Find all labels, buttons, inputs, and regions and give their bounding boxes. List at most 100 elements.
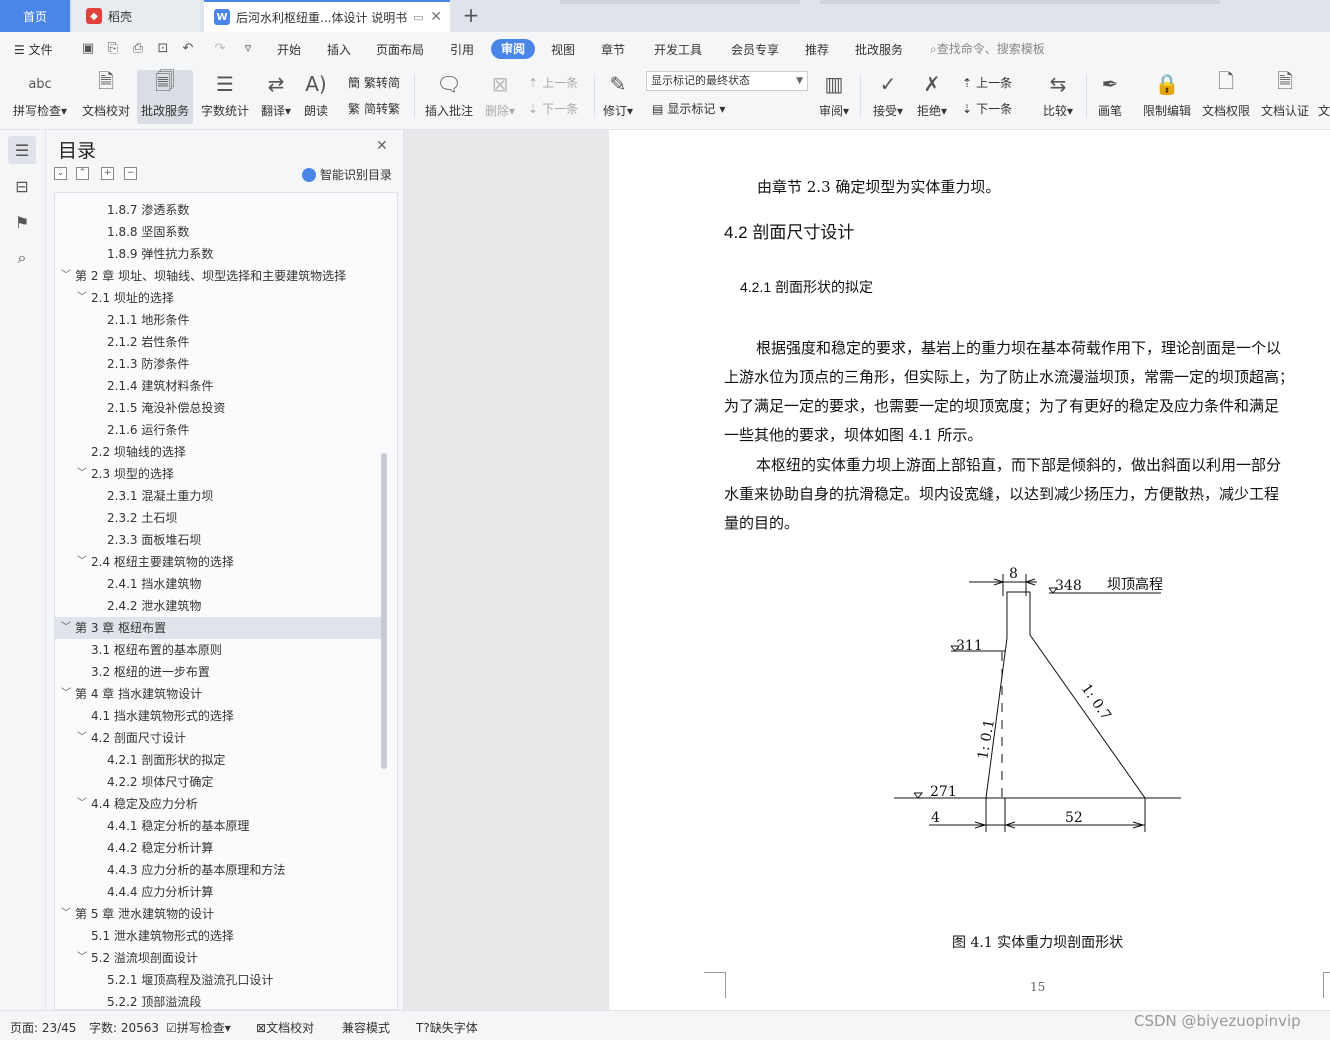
toc-item[interactable]: 4.4.2 稳定分析计算 <box>55 837 381 859</box>
missing-font-button[interactable]: T?缺失字体 <box>416 1019 478 1036</box>
toc-item[interactable]: 5.1 泄水建筑物形式的选择 <box>55 925 381 947</box>
toc-item[interactable]: ﹀ 5.2 溢流坝剖面设计 <box>55 947 381 969</box>
toc-item[interactable]: 1.8.9 弹性抗力系数 <box>55 243 381 265</box>
menu-item-view[interactable]: 视图 <box>551 40 575 60</box>
spell-check-button[interactable]: abc 拼写检查▾ <box>10 70 70 124</box>
restrict-edit-button[interactable]: 🔒 限制编辑 <box>1140 70 1194 124</box>
tab-close-icon[interactable]: ✕ <box>430 9 442 25</box>
menu-item-devtools[interactable]: 开发工具 <box>654 40 702 60</box>
bookmark-icon[interactable]: ⚑ <box>8 208 36 236</box>
menu-item-chapter[interactable]: 章节 <box>601 40 625 60</box>
chevron-down-icon[interactable]: ﹀ <box>61 903 71 925</box>
chevron-down-icon[interactable]: ﹀ <box>61 265 71 287</box>
find-icon[interactable]: ⌕ <box>8 244 36 272</box>
review-pane-button[interactable]: ▥ 审阅▾ <box>816 70 852 124</box>
simp-to-trad-button[interactable]: 繁简转繁 <box>348 100 400 117</box>
chevron-down-icon[interactable]: ﹀ <box>61 683 71 705</box>
toc-item[interactable]: 2.1.4 建筑材料条件 <box>55 375 381 397</box>
markup-state-select[interactable]: 显示标记的最终状态 ▼ <box>646 71 808 91</box>
toc-item[interactable]: 2.1.6 运行条件 <box>55 419 381 441</box>
prev-comment-button[interactable]: ⇡ 上一条 <box>528 74 578 91</box>
next-change-button[interactable]: ⇣ 下一条 <box>962 100 1012 117</box>
toc-item[interactable]: 4.4.3 应力分析的基本原理和方法 <box>55 859 381 881</box>
toc-item[interactable]: 3.1 枢纽布置的基本原则 <box>55 639 381 661</box>
chevron-down-icon[interactable]: ﹀ <box>61 617 71 639</box>
toc-item[interactable]: 2.1.2 岩性条件 <box>55 331 381 353</box>
show-markup-button[interactable]: ▤ 显示标记 ▾ <box>652 100 725 117</box>
toc-item[interactable]: ﹀ 2.4 枢纽主要建筑物的选择 <box>55 551 381 573</box>
close-icon[interactable]: ✕ <box>376 138 388 154</box>
file-menu[interactable]: ☰ 文件 <box>14 40 53 60</box>
reject-button[interactable]: ✗ 拒绝▾ <box>914 70 950 124</box>
redo-icon[interactable]: ↷ <box>212 41 228 57</box>
chevron-down-icon[interactable]: ﹀ <box>77 287 87 309</box>
chevron-down-icon[interactable]: ﹀ <box>77 463 87 485</box>
undo-icon[interactable]: ↶ <box>180 41 196 57</box>
toc-item[interactable]: ﹀ 2.3 坝型的选择 <box>55 463 381 485</box>
chevron-down-icon[interactable]: ﹀ <box>77 727 87 749</box>
next-comment-button[interactable]: ⇣ 下一条 <box>528 100 578 117</box>
insert-comment-button[interactable]: 🗨 插入批注 <box>422 70 476 124</box>
toc-item[interactable]: 2.3.3 面板堆石坝 <box>55 529 381 551</box>
toc-item[interactable]: ﹀ 第 2 章 坝址、坝轴线、坝型选择和主要建筑物选择 <box>55 265 381 287</box>
new-tab-button[interactable]: + <box>458 4 484 28</box>
menu-item-recommend[interactable]: 推荐 <box>805 40 829 60</box>
toc-item[interactable]: 4.2.1 剖面形状的拟定 <box>55 749 381 771</box>
accept-button[interactable]: ✓ 接受▾ <box>870 70 906 124</box>
status-doc-proof[interactable]: ⊠文档校对 <box>256 1019 314 1036</box>
toc-item[interactable]: 4.1 挡水建筑物形式的选择 <box>55 705 381 727</box>
export-pdf-icon[interactable]: ⎘ <box>105 41 121 57</box>
save-icon[interactable]: ▣ <box>80 41 96 57</box>
toc-item[interactable]: 2.4.1 挡水建筑物 <box>55 573 381 595</box>
remove-heading-icon[interactable]: − <box>124 167 137 180</box>
toc-icon[interactable]: ☰ <box>8 136 36 164</box>
toc-item[interactable]: 4.2.2 坝体尺寸确定 <box>55 771 381 793</box>
command-search[interactable]: ⌕查找命令、搜索模板 <box>930 40 1045 57</box>
document-page[interactable]: 由章节 2.3 确定坝型为实体重力坝。 4.2 剖面尺寸设计 4.2.1 剖面形… <box>609 130 1330 1010</box>
add-heading-icon[interactable]: + <box>101 167 114 180</box>
toc-item[interactable]: 2.1.5 淹没补偿总投资 <box>55 397 381 419</box>
trad-to-simp-button[interactable]: 簡繁转简 <box>348 74 400 91</box>
tab-monitor-icon[interactable]: ▭ <box>413 11 423 24</box>
doc-more-button[interactable]: 文 <box>1318 70 1330 124</box>
toc-item[interactable]: ﹀ 第 3 章 枢纽布置 <box>55 617 381 639</box>
toc-item[interactable]: ﹀ 4.2 剖面尺寸设计 <box>55 727 381 749</box>
toc-item[interactable]: ﹀ 第 5 章 泄水建筑物的设计 <box>55 903 381 925</box>
compare-button[interactable]: ⇆ 比较▾ <box>1038 70 1078 124</box>
toc-item[interactable]: 2.2 坝轴线的选择 <box>55 441 381 463</box>
menu-item-insert[interactable]: 插入 <box>327 40 351 60</box>
prev-change-button[interactable]: ⇡ 上一条 <box>962 74 1012 91</box>
toc-item[interactable]: 4.4.4 应力分析计算 <box>55 881 381 903</box>
tab-home[interactable]: 首页 <box>0 0 70 32</box>
menu-item-layout[interactable]: 页面布局 <box>376 40 424 60</box>
chevron-down-icon[interactable]: ﹀ <box>77 947 87 969</box>
menu-item-reference[interactable]: 引用 <box>450 40 474 60</box>
expand-up-icon[interactable]: ⌃ <box>76 167 89 180</box>
toc-item[interactable]: 1.8.7 渗透系数 <box>55 199 381 221</box>
page-indicator[interactable]: 页面: 23/45 <box>10 1019 76 1036</box>
print-preview-icon[interactable]: ⊡ <box>155 41 171 57</box>
toc-item[interactable]: 4.4.1 稳定分析的基本原理 <box>55 815 381 837</box>
toc-item[interactable]: 2.4.2 泄水建筑物 <box>55 595 381 617</box>
menu-item-member[interactable]: 会员专享 <box>731 40 779 60</box>
doc-permission-button[interactable]: 🗋 文档权限 <box>1200 69 1252 124</box>
pen-button[interactable]: ✒ 画笔 <box>1094 70 1126 124</box>
menu-item-correction[interactable]: 批改服务 <box>855 40 903 60</box>
toc-item[interactable]: 1.8.8 坚固系数 <box>55 221 381 243</box>
tab-daoke[interactable]: ◆ 稻壳 <box>72 0 200 32</box>
toc-item[interactable]: ﹀ 2.1 坝址的选择 <box>55 287 381 309</box>
tab-document[interactable]: W 后河水利枢纽重...体设计 说明书 ▭ ✕ <box>204 0 450 32</box>
quick-access-more-icon[interactable]: ▿ <box>240 41 256 57</box>
toc-item[interactable]: 2.3.1 混凝土重力坝 <box>55 485 381 507</box>
doc-cert-button[interactable]: 🗎 文档认证 <box>1258 69 1312 124</box>
word-count-button[interactable]: ☰ 字数统计 <box>197 70 253 124</box>
chapter-nav-icon[interactable]: ⊟ <box>8 172 36 200</box>
toc-item[interactable]: 3.2 枢纽的进一步布置 <box>55 661 381 683</box>
toc-item[interactable]: 5.2.1 堰顶高程及溢流孔口设计 <box>55 969 381 991</box>
toc-item[interactable]: 5.2.2 顶部溢流段 <box>55 991 381 1009</box>
doc-proof-button[interactable]: 🗎 文档校对 <box>78 69 134 124</box>
toc-scrollbar[interactable] <box>381 453 387 769</box>
collapse-all-icon[interactable]: ⌄ <box>54 167 67 180</box>
correction-service-button[interactable]: 🗐 批改服务 <box>137 69 193 124</box>
translate-button[interactable]: ⇄ 翻译▾ <box>256 70 296 124</box>
